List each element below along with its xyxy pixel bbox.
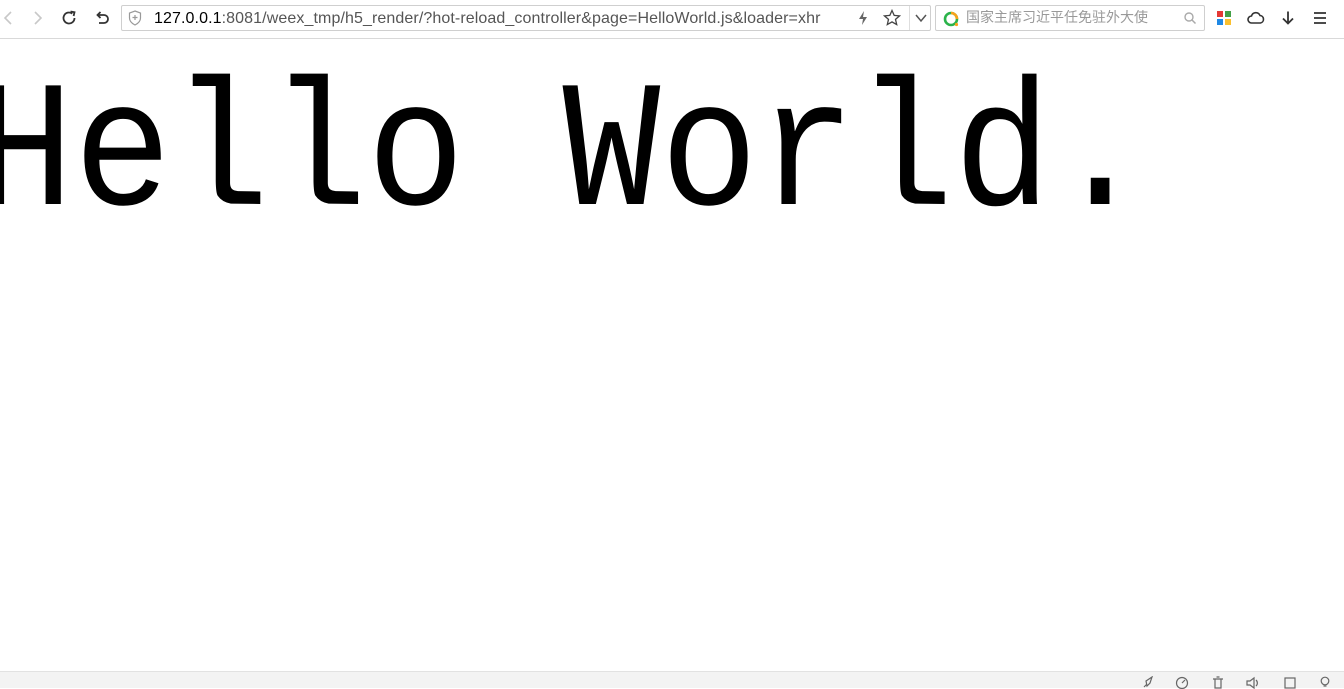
trash-icon[interactable] — [1211, 676, 1225, 689]
menu-icon — [1314, 12, 1326, 24]
apps-button[interactable] — [1211, 5, 1237, 31]
chevron-down-icon[interactable] — [914, 11, 928, 25]
undo-button[interactable] — [89, 5, 115, 31]
reload-button[interactable] — [56, 5, 82, 31]
reload-icon — [62, 10, 76, 25]
sound-icon[interactable] — [1245, 676, 1261, 689]
search-engine-icon[interactable] — [942, 10, 960, 28]
star-icon[interactable] — [883, 9, 901, 27]
browser-toolbar: 127.0.0.1:8081/weex_tmp/h5_render/?hot-r… — [0, 0, 1344, 39]
lightning-icon[interactable] — [857, 10, 869, 26]
address-divider — [909, 6, 910, 30]
url-path: :8081/weex_tmp/h5_render/?hot-reload_con… — [221, 10, 821, 27]
address-bar[interactable]: 127.0.0.1:8081/weex_tmp/h5_render/?hot-r… — [121, 5, 931, 31]
back-icon — [3, 11, 12, 25]
page-viewport: Hello World. — [0, 39, 1344, 671]
bulb-icon[interactable] — [1319, 676, 1331, 689]
url-text[interactable]: 127.0.0.1:8081/weex_tmp/h5_render/?hot-r… — [154, 9, 854, 29]
search-input[interactable]: 国家主席习近平任免驻外大使 — [966, 10, 1176, 27]
back-button[interactable] — [0, 5, 22, 31]
shield-icon[interactable] — [128, 10, 142, 26]
apps-icon — [1217, 11, 1231, 25]
undo-icon — [96, 11, 109, 24]
cloud-button[interactable] — [1243, 5, 1269, 31]
forward-icon — [34, 11, 43, 25]
speed-icon[interactable] — [1175, 676, 1189, 689]
download-icon — [1282, 11, 1294, 25]
menu-button[interactable] — [1307, 5, 1333, 31]
cloud-icon — [1247, 11, 1265, 24]
forward-button[interactable] — [24, 5, 50, 31]
rocket-icon[interactable] — [1141, 676, 1155, 689]
search-icon[interactable] — [1183, 11, 1197, 25]
page-heading: Hello World. — [0, 55, 1150, 259]
search-box[interactable]: 国家主席习近平任免驻外大使 — [935, 5, 1205, 31]
status-bar — [0, 671, 1344, 689]
url-host: 127.0.0.1 — [154, 10, 222, 27]
download-button[interactable] — [1275, 5, 1301, 31]
window-icon[interactable] — [1283, 676, 1297, 689]
